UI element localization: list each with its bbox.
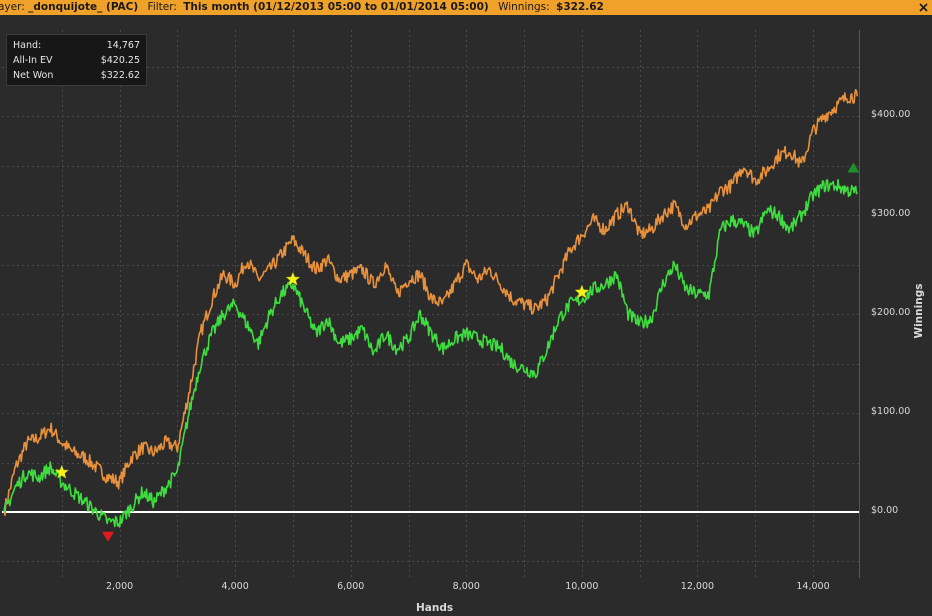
- y-axis-title: Winnings: [913, 283, 925, 339]
- y-tick-label: $300.00: [871, 208, 911, 220]
- x-tick-label: 12,000: [680, 581, 715, 592]
- y-tick-label: $0.00: [871, 505, 899, 516]
- y-tick-label: $200.00: [871, 307, 911, 319]
- x-axis-title: Hands: [416, 602, 454, 614]
- x-tick-label: 8,000: [452, 581, 480, 592]
- ev-label: All-In EV: [13, 55, 53, 66]
- y-tick-label: $400.00: [871, 109, 911, 121]
- stats-hand-row: Hand: 14,767: [7, 38, 146, 53]
- hand-label: Hand:: [13, 40, 42, 51]
- ev-value: $420.25: [100, 55, 140, 66]
- x-tick-label: 2,000: [105, 581, 134, 592]
- winnings-chart: [2, 30, 860, 578]
- stats-net-row: Net Won $322.62: [7, 68, 146, 83]
- x-tick-label: 14,000: [796, 581, 830, 592]
- net-value: $322.62: [100, 70, 140, 81]
- x-tick-label: 10,000: [565, 581, 599, 592]
- hand-value: 14,767: [106, 40, 140, 51]
- x-tick-label: 6,000: [337, 581, 365, 592]
- y-tick-label: $100.00: [871, 406, 911, 418]
- net-label: Net Won: [13, 70, 54, 81]
- stats-ev-row: All-In EV $420.25: [7, 53, 146, 68]
- x-tick-label: 4,000: [221, 581, 249, 592]
- plot-area: [2, 30, 859, 578]
- stats-box: Hand: 14,767 All-In EV $420.25 Net Won $…: [6, 34, 147, 86]
